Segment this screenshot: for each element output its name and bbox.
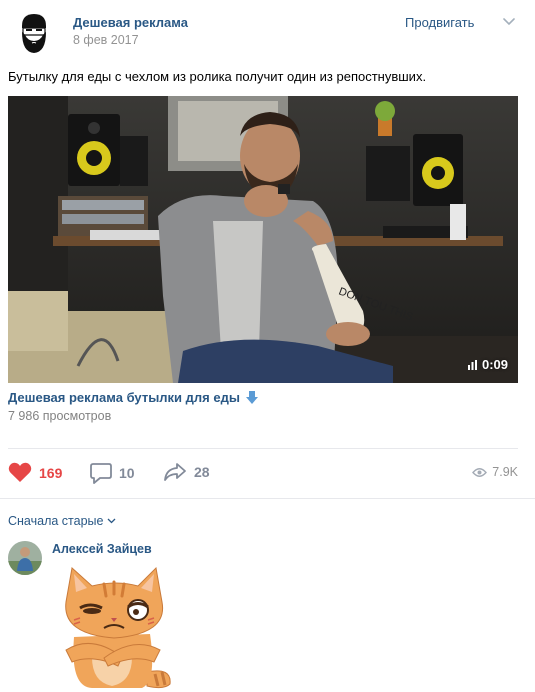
post-text: Бутылку для еды с чехлом из ролика получ… xyxy=(8,69,427,84)
bearded-face-icon xyxy=(10,8,58,56)
comment-sort-dropdown[interactable]: Сначала старые xyxy=(8,514,116,528)
share-count: 28 xyxy=(194,464,210,480)
chevron-down-icon xyxy=(108,518,116,524)
comment-icon xyxy=(90,463,112,484)
divider xyxy=(0,498,535,499)
group-avatar[interactable] xyxy=(10,8,58,56)
chevron-down-icon[interactable] xyxy=(502,16,516,26)
like-button[interactable]: 169 xyxy=(8,462,62,483)
grumpy-cat-sticker xyxy=(52,562,180,690)
comment-author-name[interactable]: Алексей Зайцев xyxy=(52,542,152,556)
comment-button[interactable]: 10 xyxy=(90,462,135,484)
video-duration: 0:09 xyxy=(467,357,508,372)
cat-sticker-image xyxy=(65,566,171,689)
video-player[interactable]: DON TOU THIS 0:09 xyxy=(8,96,518,383)
like-count: 169 xyxy=(39,464,63,481)
share-button[interactable]: 28 xyxy=(163,462,210,482)
heart-icon xyxy=(8,462,32,482)
post-header: Дешевая реклама 8 фев 2017 Продвигать xyxy=(0,0,535,66)
comment-count: 10 xyxy=(119,465,135,481)
video-views: 7 986 просмотров xyxy=(8,409,112,423)
video-title-text[interactable]: Дешевая реклама бутылки для еды xyxy=(8,390,240,405)
views-count: 7.9K xyxy=(492,465,518,479)
eye-icon xyxy=(472,467,488,477)
user-photo xyxy=(8,541,42,575)
sort-label[interactable]: Сначала старые xyxy=(8,514,103,528)
video-title-link[interactable]: Дешевая реклама бутылки для еды xyxy=(8,390,259,405)
divider xyxy=(8,448,518,449)
video-duration-text: 0:09 xyxy=(481,357,508,372)
video-thumbnail: DON TOU THIS xyxy=(8,96,518,383)
group-name-link[interactable]: Дешевая реклама xyxy=(73,15,188,30)
arrow-down-icon xyxy=(245,391,258,404)
promote-button[interactable]: Продвигать xyxy=(405,15,474,30)
post-actions: 169 10 28 7.9K xyxy=(0,450,535,498)
share-icon xyxy=(164,463,186,481)
video-bars-icon xyxy=(467,359,477,370)
post-date[interactable]: 8 фев 2017 xyxy=(73,33,139,47)
comment-author-avatar[interactable] xyxy=(8,541,42,575)
views-counter: 7.9K xyxy=(472,465,518,479)
